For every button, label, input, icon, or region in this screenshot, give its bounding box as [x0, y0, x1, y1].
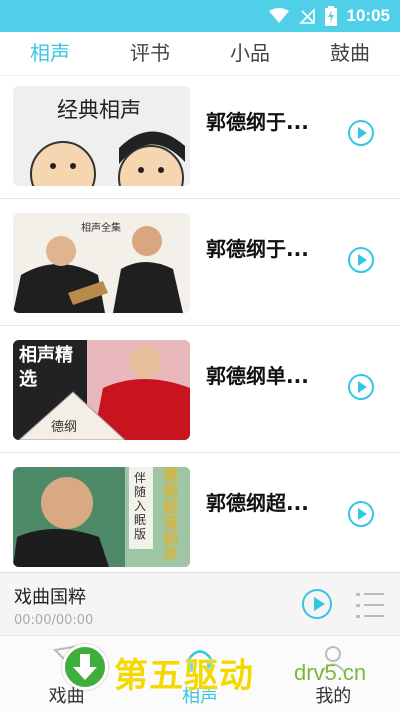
cartoon-comedians-thumbnail: 经典相声 — [13, 86, 190, 186]
tab-pingshu[interactable]: 评书 — [100, 32, 200, 75]
tab-guqu[interactable]: 鼓曲 — [300, 32, 400, 75]
status-icons: 10:05 — [268, 0, 390, 32]
playlist-icon[interactable] — [356, 592, 384, 618]
list-item[interactable]: 相声全集 郭德纲于... — [0, 199, 400, 326]
profile-icon — [320, 646, 347, 674]
play-circle-icon[interactable] — [348, 247, 374, 273]
thumb-title: 经典相声 — [57, 98, 141, 122]
list-item[interactable]: 经典相声 郭德纲于... — [0, 76, 400, 199]
nav-label: 我的 — [315, 686, 352, 707]
thumb-label: 伴随入眠版 — [134, 471, 147, 541]
list-item[interactable]: 相声精选 德纲 郭德纲单... — [0, 326, 400, 453]
thumb-title: 相声精选 — [19, 345, 73, 390]
album-title: 郭德纲于... — [206, 110, 309, 134]
player-time: 00:00/00:00 — [14, 613, 94, 628]
status-time: 10:05 — [346, 6, 390, 25]
list-item[interactable]: 伴随入眠版 德纲超清相声 郭德纲超... — [0, 453, 400, 572]
comedian-fan-thumbnail: 相声精选 德纲 — [13, 340, 190, 440]
album-title: 郭德纲于... — [206, 237, 309, 261]
tab-xiangsheng[interactable]: 相声 — [0, 32, 100, 75]
play-circle-icon[interactable] — [348, 374, 374, 400]
thumb-title: 相声全集 — [81, 223, 121, 234]
album-list: 经典相声 郭德纲于... 相声全集 郭德纲于... 相声精选 德纲 郭德纲单..… — [0, 76, 400, 572]
status-bar: 10:05 — [0, 0, 400, 32]
player-title: 戏曲国粹 — [14, 587, 86, 608]
album-title: 郭德纲超... — [206, 491, 309, 515]
nav-label: 相声 — [181, 686, 218, 707]
battery-charging-icon — [324, 6, 337, 26]
category-tabs: 相声 评书 小品 鼓曲 — [0, 32, 400, 76]
comedian-portrait-thumbnail: 伴随入眠版 德纲超清相声 — [13, 467, 190, 567]
nav-item-xiangsheng[interactable]: 相声 — [133, 636, 266, 711]
opera-icon — [52, 644, 80, 673]
nav-item-mine[interactable]: 我的 — [267, 636, 400, 711]
play-circle-icon[interactable] — [348, 501, 374, 527]
no-signal-icon — [298, 8, 315, 24]
tab-xiaopin[interactable]: 小品 — [200, 32, 300, 75]
nav-item-opera[interactable]: 戏曲 — [0, 636, 133, 711]
play-circle-icon[interactable] — [302, 589, 332, 619]
nav-label: 戏曲 — [48, 686, 85, 707]
thumb-title: 德纲超清相声 — [163, 467, 179, 564]
wifi-icon — [268, 8, 289, 23]
comedians-photo-thumbnail: 相声全集 — [13, 213, 190, 313]
bottom-nav: 戏曲 相声 我的 — [0, 635, 400, 711]
play-circle-icon[interactable] — [348, 120, 374, 146]
headphones-icon — [186, 650, 213, 672]
thumb-subtitle: 德纲 — [51, 420, 78, 435]
album-title: 郭德纲单... — [206, 364, 309, 388]
mini-player[interactable]: 戏曲国粹 00:00/00:00 — [0, 572, 400, 635]
